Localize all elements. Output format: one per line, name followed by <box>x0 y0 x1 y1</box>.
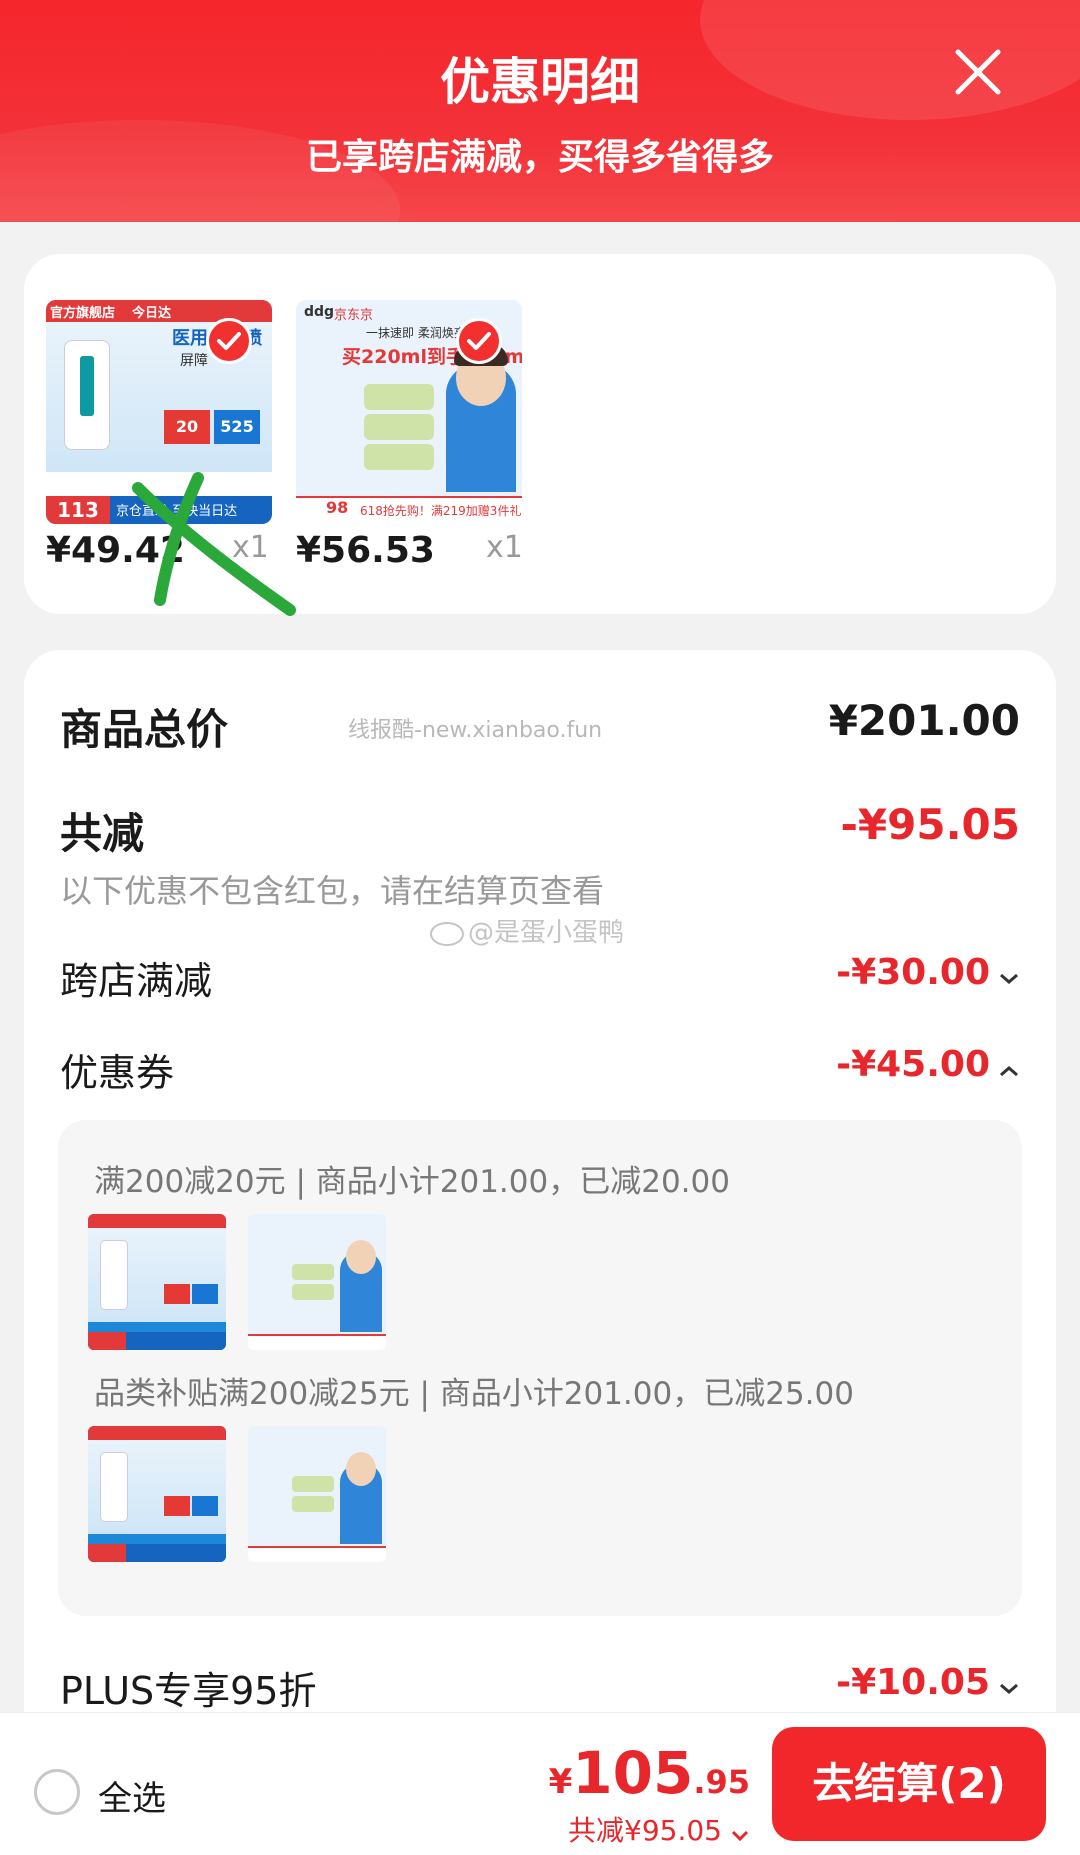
product-price: ¥49.42 <box>46 530 185 571</box>
product-image: ddg 京东京 一抹速即 柔润焕亮 买220ml到手235ml 98 618抢先… <box>296 300 522 524</box>
total-discount-label: 共减 <box>60 809 145 858</box>
selected-check-icon[interactable] <box>206 318 252 364</box>
product-item[interactable]: 官方旗舰店 今日达 医用胶原喷 屏障 20 525 113 京仓直发 至快当日达… <box>46 300 272 571</box>
coupon-discount-label[interactable]: 优惠券 <box>60 1042 174 1097</box>
products-card: 官方旗舰店 今日达 医用胶原喷 屏障 20 525 113 京仓直发 至快当日达… <box>24 254 1056 614</box>
select-all-label[interactable]: 全选 <box>98 1771 166 1820</box>
product-price: ¥56.53 <box>296 530 435 571</box>
coupon-product-thumb <box>248 1214 386 1350</box>
coupon-line: 满200减20元 | 商品小计201.00，已减20.00 <box>94 1164 730 1200</box>
cross-store-discount-label[interactable]: 跨店满减 <box>60 950 212 1005</box>
coupon-product-thumb <box>88 1426 226 1562</box>
watermark-text: 线报酷-new.xianbao.fun <box>348 718 603 743</box>
total-payable: ¥105.95 <box>548 1739 750 1807</box>
header-banner: 优惠明细 已享跨店满减，买得多省得多 <box>0 0 1080 222</box>
page-title: 优惠明细 <box>440 53 640 111</box>
select-all-radio[interactable] <box>34 1769 80 1815</box>
coupon-line: 品类补贴满200减25元 | 商品小计201.00，已减25.00 <box>94 1376 854 1412</box>
product-quantity: x1 <box>232 530 269 565</box>
coupon-product-thumb <box>248 1426 386 1562</box>
close-icon[interactable] <box>952 46 1004 98</box>
chevron-down-icon <box>730 1816 750 1849</box>
chevron-down-icon <box>998 954 1020 995</box>
product-item[interactable]: ddg 京东京 一抹速即 柔润焕亮 买220ml到手235ml 98 618抢先… <box>296 300 523 571</box>
plus-discount-value[interactable]: -¥10.05 <box>836 1662 1020 1705</box>
total-price-label: 商品总价 <box>60 705 229 754</box>
total-saved-toggle[interactable]: 共减¥95.05 <box>568 1809 750 1849</box>
discount-note: 以下优惠不包含红包，请在结算页查看 <box>60 872 605 910</box>
plus-discount-label[interactable]: PLUS专享95折 <box>60 1660 316 1715</box>
chevron-up-icon <box>998 1046 1020 1087</box>
product-quantity: x1 <box>486 530 523 565</box>
coupon-product-thumb <box>88 1214 226 1350</box>
chevron-down-icon <box>998 1664 1020 1705</box>
weibo-icon <box>430 921 464 946</box>
total-discount-value: -¥95.05 <box>840 800 1020 849</box>
cross-store-discount-value[interactable]: -¥30.00 <box>836 952 1020 995</box>
product-image: 官方旗舰店 今日达 医用胶原喷 屏障 20 525 113 京仓直发 至快当日达 <box>46 300 272 524</box>
coupon-detail-panel: 满200减20元 | 商品小计201.00，已减20.00 品类补贴满200减2… <box>58 1120 1022 1616</box>
checkout-bar: 全选 ¥105.95 共减¥95.05 去结算(2) <box>0 1712 1080 1855</box>
coupon-discount-value[interactable]: -¥45.00 <box>836 1044 1020 1087</box>
checkout-button[interactable]: 去结算(2) <box>772 1727 1046 1841</box>
weibo-watermark: @是蛋小蛋鸭 <box>430 912 624 949</box>
page-subtitle: 已享跨店满减，买得多省得多 <box>305 137 774 178</box>
discount-detail-card: 商品总价 线报酷-new.xianbao.fun ¥201.00 共减 -¥95… <box>24 650 1056 1855</box>
selected-check-icon[interactable] <box>456 318 502 364</box>
total-price-value: ¥201.00 <box>828 696 1020 745</box>
